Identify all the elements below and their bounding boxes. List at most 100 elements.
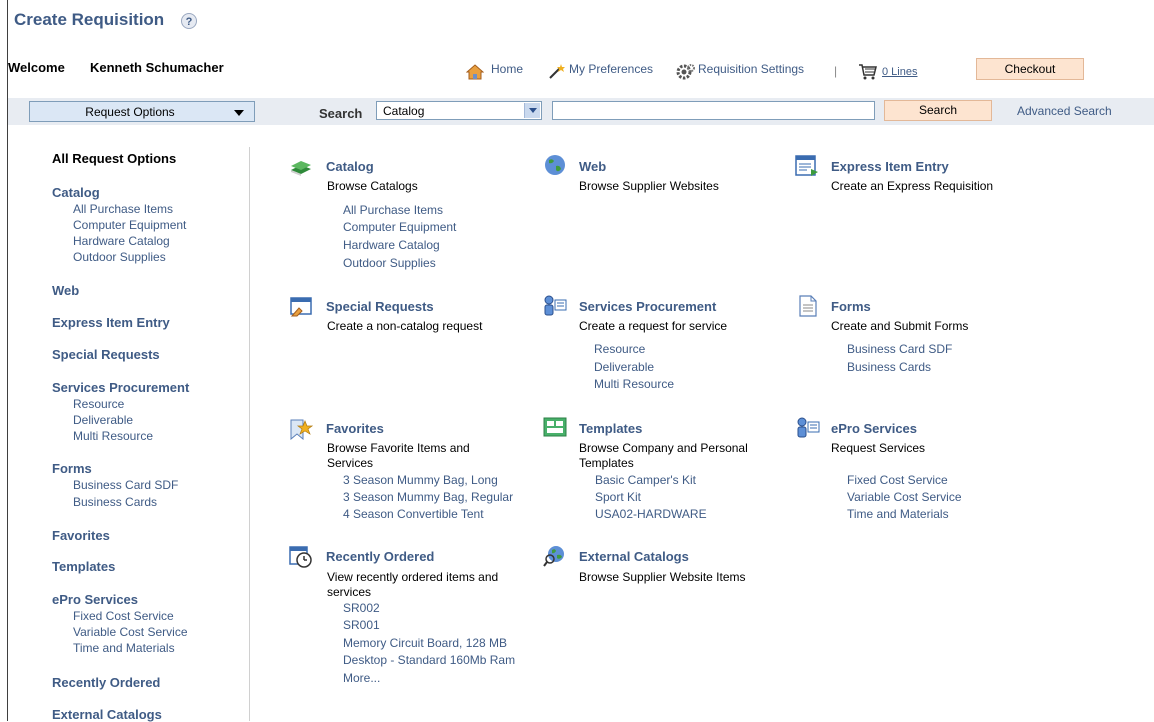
tile-catalog-desc: Browse Catalogs	[327, 179, 418, 193]
advanced-search-link[interactable]: Advanced Search	[1017, 104, 1112, 118]
recently-ordered-clock-icon[interactable]	[289, 546, 313, 568]
sidebar-item-favorites[interactable]: Favorites	[52, 528, 110, 543]
checkout-button[interactable]: Checkout	[976, 58, 1084, 80]
sidebar-item-web[interactable]: Web	[52, 283, 79, 298]
sidebar-subitem[interactable]: All Purchase Items	[73, 202, 173, 216]
sidebar-item-services[interactable]: Services Procurement	[52, 380, 189, 395]
services-person-icon[interactable]	[543, 295, 567, 317]
tile-recent-link[interactable]: SR001	[343, 618, 380, 632]
tile-forms-title[interactable]: Forms	[831, 299, 871, 314]
page-title: Create Requisition	[14, 10, 165, 29]
tile-epro-link[interactable]: Variable Cost Service	[847, 490, 962, 504]
tile-templates-title[interactable]: Templates	[579, 421, 642, 436]
tile-templates-link[interactable]: USA02-HARDWARE	[595, 507, 707, 521]
tile-favorites-link[interactable]: 4 Season Convertible Tent	[343, 507, 484, 521]
tile-services-desc: Create a request for service	[579, 319, 728, 333]
tile-services-link[interactable]: Multi Resource	[594, 377, 674, 391]
magic-wand-icon[interactable]	[548, 63, 566, 79]
sidebar-item-external[interactable]: External Catalogs	[52, 707, 162, 722]
tile-catalog-link[interactable]: Outdoor Supplies	[343, 256, 436, 270]
tile-recent-link[interactable]: SR002	[343, 601, 380, 615]
sidebar-subitem[interactable]: Multi Resource	[73, 429, 153, 443]
sidebar-item-templates[interactable]: Templates	[52, 559, 115, 574]
tile-favorites-link[interactable]: 3 Season Mummy Bag, Regular	[343, 490, 513, 504]
tile-recent-more-link[interactable]: More...	[343, 671, 380, 685]
tile-favorites-desc: Browse Favorite Items and	[327, 441, 470, 455]
tile-services-link[interactable]: Resource	[594, 342, 645, 356]
tile-special-title[interactable]: Special Requests	[326, 299, 434, 314]
request-options-dropdown[interactable]: Request Options	[29, 101, 255, 122]
tile-templates-link[interactable]: Basic Camper's Kit	[595, 473, 696, 487]
dropdown-arrow-icon[interactable]	[524, 103, 540, 118]
tile-catalog-title[interactable]: Catalog	[326, 159, 374, 174]
tile-templates-desc: Templates	[579, 456, 634, 470]
tile-epro-link[interactable]: Fixed Cost Service	[847, 473, 948, 487]
tile-catalog-link[interactable]: Computer Equipment	[343, 220, 456, 234]
express-list-icon[interactable]	[795, 155, 819, 177]
tile-favorites-link[interactable]: 3 Season Mummy Bag, Long	[343, 473, 498, 487]
external-catalog-globe-icon[interactable]	[543, 545, 567, 567]
sidebar-subitem[interactable]: Deliverable	[73, 413, 133, 427]
home-icon[interactable]	[466, 64, 484, 80]
tile-templates-link[interactable]: Sport Kit	[595, 490, 641, 504]
sidebar-divider	[249, 147, 250, 721]
tile-express-title[interactable]: Express Item Entry	[831, 159, 949, 174]
sidebar-subitem[interactable]: Business Card SDF	[73, 478, 178, 492]
tile-services-title[interactable]: Services Procurement	[579, 299, 716, 314]
search-type-value: Catalog	[383, 104, 425, 118]
tile-forms-link[interactable]: Business Card SDF	[847, 342, 952, 356]
tile-catalog-link[interactable]: All Purchase Items	[343, 203, 443, 217]
sidebar-item-recent[interactable]: Recently Ordered	[52, 675, 160, 690]
tile-epro-link[interactable]: Time and Materials	[847, 507, 949, 521]
tile-epro-title[interactable]: ePro Services	[831, 421, 917, 436]
globe-icon[interactable]	[543, 154, 567, 176]
sidebar-subitem[interactable]: Hardware Catalog	[73, 234, 170, 248]
sidebar-item-epro[interactable]: ePro Services	[52, 592, 138, 607]
tile-templates-desc: Browse Company and Personal	[579, 441, 748, 455]
home-link[interactable]: Home	[491, 62, 523, 76]
tile-web-desc: Browse Supplier Websites	[579, 179, 719, 193]
tile-epro-desc: Request Services	[831, 441, 926, 455]
sidebar-item-special[interactable]: Special Requests	[52, 347, 160, 362]
tile-forms-link[interactable]: Business Cards	[847, 360, 931, 374]
tile-recent-link[interactable]: Memory Circuit Board, 128 MB	[343, 636, 507, 650]
templates-icon[interactable]	[543, 417, 567, 439]
tile-external-title[interactable]: External Catalogs	[579, 549, 689, 564]
tile-recent-link[interactable]: Desktop - Standard 160Mb Ram	[343, 653, 515, 667]
special-request-icon[interactable]	[289, 296, 313, 318]
tile-forms-desc: Create and Submit Forms	[831, 319, 969, 333]
tile-recent-desc: View recently ordered items and	[327, 570, 499, 584]
tile-services-link[interactable]: Deliverable	[594, 360, 654, 374]
sidebar-item-all[interactable]: All Request Options	[52, 151, 176, 166]
my-preferences-link[interactable]: My Preferences	[569, 62, 653, 76]
sidebar-subitem[interactable]: Outdoor Supplies	[73, 250, 166, 264]
search-input[interactable]	[552, 101, 875, 120]
sidebar-subitem[interactable]: Time and Materials	[73, 641, 175, 655]
sidebar-subitem[interactable]: Fixed Cost Service	[73, 609, 174, 623]
tile-catalog-link[interactable]: Hardware Catalog	[343, 238, 440, 252]
tile-recent-title[interactable]: Recently Ordered	[326, 549, 434, 564]
search-type-select[interactable]: Catalog	[376, 101, 542, 120]
requisition-settings-link[interactable]: Requisition Settings	[698, 62, 804, 76]
sidebar-subitem[interactable]: Variable Cost Service	[73, 625, 188, 639]
search-button[interactable]: Search	[884, 100, 992, 121]
search-label: Search	[319, 106, 363, 121]
catalog-books-icon[interactable]	[289, 156, 313, 178]
cart-icon[interactable]	[858, 63, 878, 81]
document-icon[interactable]	[796, 295, 820, 317]
sidebar-item-forms[interactable]: Forms	[52, 461, 92, 476]
sidebar-subitem[interactable]: Resource	[73, 397, 124, 411]
sidebar-subitem[interactable]: Business Cards	[73, 495, 157, 509]
sidebar-item-catalog[interactable]: Catalog	[52, 185, 100, 200]
sidebar-item-express[interactable]: Express Item Entry	[52, 315, 170, 330]
gear-icon[interactable]	[676, 63, 696, 81]
tile-web-title[interactable]: Web	[579, 159, 606, 174]
tile-recent-desc: services	[327, 585, 372, 599]
tile-external-desc: Browse Supplier Website Items	[579, 570, 746, 584]
tile-favorites-title[interactable]: Favorites	[326, 421, 384, 436]
epro-person-icon[interactable]	[796, 417, 820, 439]
favorites-star-icon[interactable]	[289, 418, 313, 440]
help-icon[interactable]: ?	[181, 13, 197, 29]
cart-lines-link[interactable]: 0 Lines	[882, 66, 917, 78]
sidebar-subitem[interactable]: Computer Equipment	[73, 218, 186, 232]
